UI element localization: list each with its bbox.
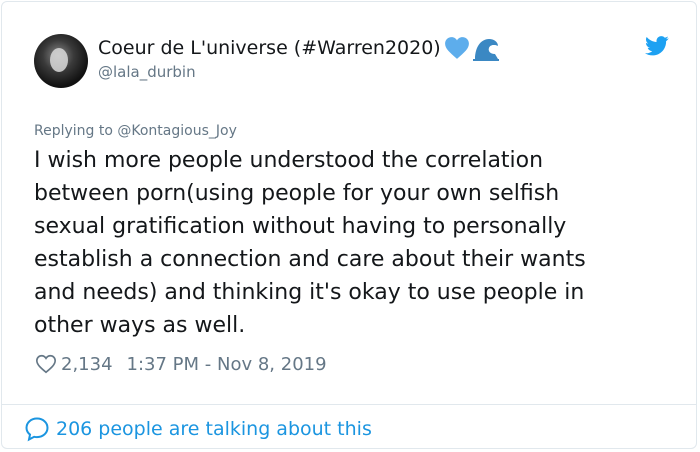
blue-heart-icon — [444, 37, 469, 59]
tweet-text-line: establish a connection and care about th… — [34, 247, 586, 272]
tweet-card: Coeur de L'universe (#Warren2020) @lala_… — [1, 1, 697, 449]
tweet-text-line: other ways as well. — [34, 313, 246, 338]
like-heart-icon[interactable] — [35, 353, 57, 375]
water-wave-icon — [472, 39, 499, 61]
tweet-text-line: and needs) and thinking it's okay to use… — [34, 280, 585, 305]
talking-about-label[interactable]: 206 people are talking about this — [56, 418, 372, 440]
like-count[interactable]: 2,134 — [61, 354, 113, 375]
author-handle[interactable]: @lala_durbin — [98, 63, 196, 81]
talking-about-link[interactable]: 206 people are talking about this — [24, 416, 372, 442]
twitter-bird-icon[interactable] — [645, 36, 669, 56]
tweet-text: I wish more people understood the correl… — [34, 144, 674, 342]
author-name-row[interactable]: Coeur de L'universe (#Warren2020) — [98, 35, 500, 61]
tweet-timestamp[interactable]: 1:37 PM - Nov 8, 2019 — [127, 354, 327, 375]
divider — [2, 404, 696, 405]
tweet-text-line: between porn(using people for your own s… — [34, 181, 560, 206]
tweet-text-line: I wish more people understood the correl… — [34, 148, 544, 173]
avatar[interactable] — [34, 34, 88, 88]
author-display-name[interactable]: Coeur de L'universe (#Warren2020) — [98, 37, 441, 59]
tweet-meta: 2,134 1:37 PM - Nov 8, 2019 — [35, 353, 327, 375]
speech-bubble-icon — [25, 417, 49, 442]
tweet-text-line: sexual gratification without having to p… — [34, 214, 567, 239]
replying-to-label[interactable]: Replying to @Kontagious_Joy — [34, 123, 237, 139]
